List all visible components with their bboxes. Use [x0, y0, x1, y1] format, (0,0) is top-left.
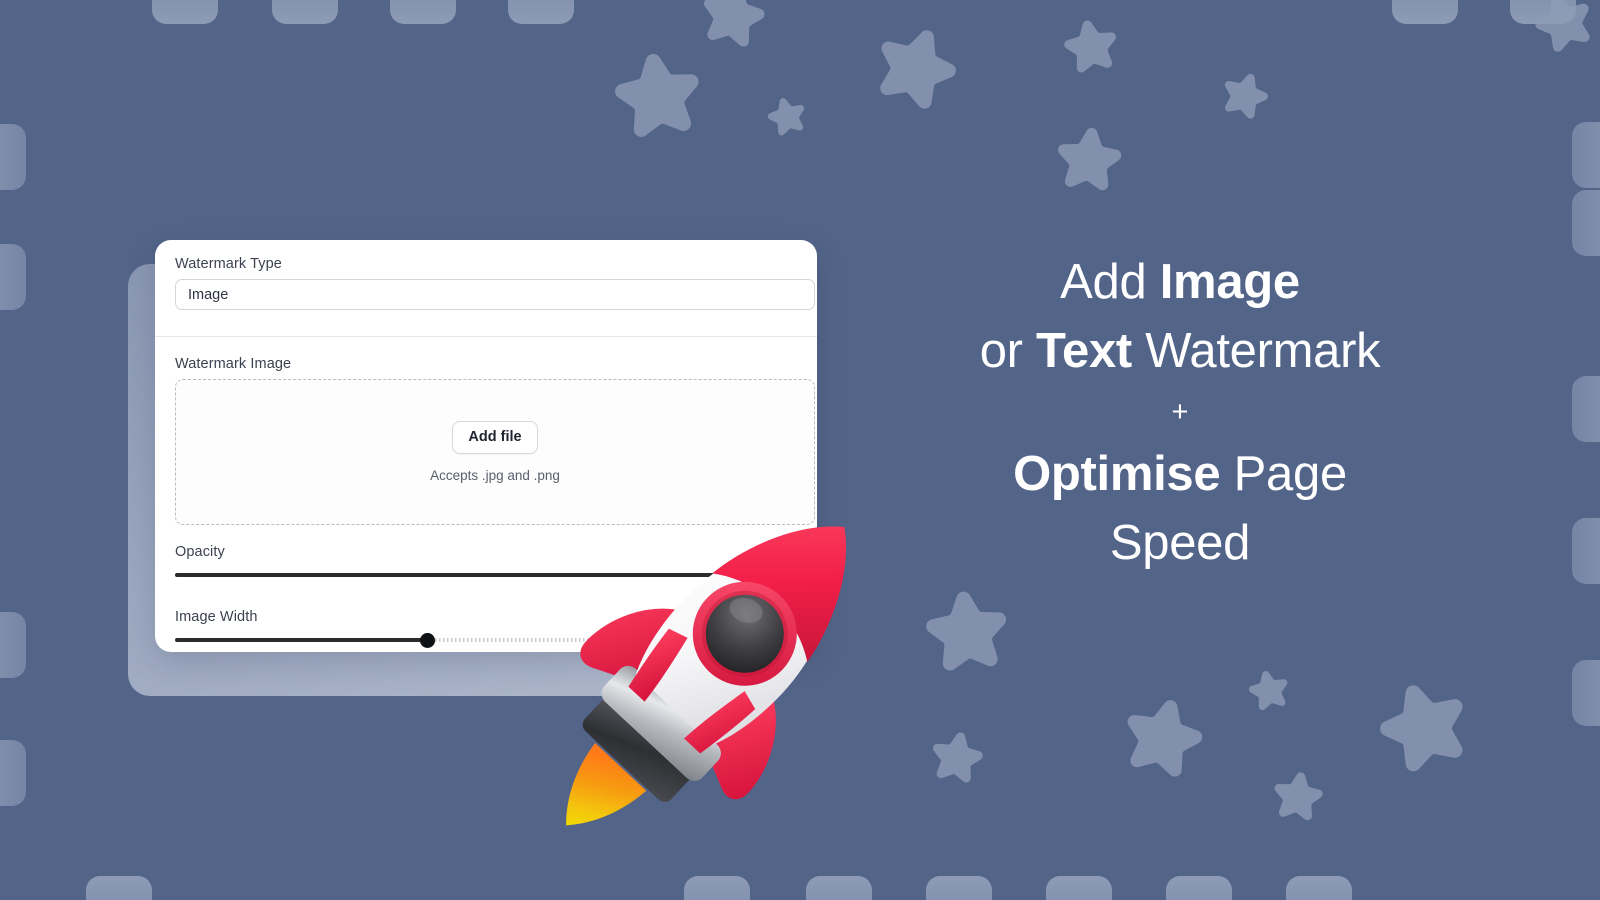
star-icon — [607, 44, 709, 146]
star-icon — [694, 0, 772, 54]
image-width-slider[interactable] — [175, 632, 815, 648]
rounded-square-decor — [1572, 660, 1600, 726]
watermark-image-dropzone[interactable]: Add file Accepts .jpg and .png — [175, 379, 815, 525]
opacity-slider-fill — [175, 573, 815, 577]
star-icon — [1526, 0, 1600, 60]
rounded-square-decor — [508, 0, 574, 24]
rounded-square-decor — [1572, 190, 1600, 256]
accepted-formats-hint: Accepts .jpg and .png — [430, 468, 560, 483]
rounded-square-decor — [0, 244, 26, 310]
rounded-square-decor — [1572, 376, 1600, 442]
rounded-square-decor — [1046, 876, 1112, 900]
headline-plus: + — [1171, 396, 1189, 429]
watermark-type-label: Watermark Type — [175, 256, 282, 272]
rounded-square-decor — [1286, 876, 1352, 900]
watermark-type-value: Image — [188, 286, 229, 303]
star-icon — [1244, 665, 1294, 715]
rounded-square-decor — [806, 876, 872, 900]
image-width-field: Image Width — [155, 609, 817, 648]
image-width-slider-thumb[interactable] — [420, 632, 435, 648]
watermark-type-field: Watermark Type Image — [155, 256, 817, 310]
watermark-settings-card: Watermark Type Image Watermark Image Add… — [155, 240, 817, 652]
image-width-slider-remainder — [427, 638, 815, 642]
image-width-label: Image Width — [175, 609, 258, 625]
rounded-square-decor — [0, 612, 26, 678]
star-icon — [1052, 122, 1127, 197]
marketing-headline: Add Image or Text Watermark + Optimise P… — [900, 248, 1460, 577]
rounded-square-decor — [684, 876, 750, 900]
rounded-square-decor — [0, 740, 26, 806]
opacity-slider[interactable] — [175, 567, 815, 583]
headline-line-3-suffix: Page — [1220, 447, 1348, 502]
rounded-square-decor — [86, 876, 152, 900]
watermark-image-field: Watermark Image — [155, 356, 817, 372]
watermark-image-label: Watermark Image — [175, 356, 292, 372]
rounded-square-decor — [390, 0, 456, 24]
headline-line-4: Speed — [1109, 515, 1251, 570]
star-icon — [1215, 65, 1275, 125]
headline-line-3-bold: Optimise — [1013, 447, 1221, 502]
headline-line-1-prefix: Add — [1060, 255, 1160, 309]
headline-line-2-bold: Text — [1036, 323, 1132, 378]
rounded-square-decor — [0, 124, 26, 190]
opacity-field: Opacity — [155, 544, 817, 583]
headline-line-2-prefix: or — [979, 323, 1036, 378]
headline-line-1: Add Image — [900, 248, 1460, 317]
star-icon — [1113, 687, 1212, 786]
rounded-square-decor — [1572, 518, 1600, 584]
image-width-slider-fill — [175, 638, 427, 642]
star-icon — [763, 92, 812, 141]
star-icon — [862, 13, 970, 121]
star-icon — [1366, 668, 1482, 784]
headline-line-1-bold: Image — [1159, 255, 1300, 309]
star-icon — [920, 584, 1015, 679]
rounded-square-decor — [152, 0, 218, 24]
rounded-square-decor — [272, 0, 338, 24]
headline-line-2-suffix: Watermark — [1131, 323, 1381, 378]
rounded-square-decor — [926, 876, 992, 900]
opacity-label: Opacity — [175, 544, 225, 560]
watermark-type-select[interactable]: Image — [175, 279, 815, 310]
headline-line-3: Optimise Page — [900, 440, 1460, 509]
rounded-square-decor — [1572, 122, 1600, 188]
rounded-square-decor — [1166, 876, 1232, 900]
star-icon — [1269, 767, 1328, 826]
headline-line-2: or Text Watermark — [900, 317, 1460, 386]
add-file-button[interactable]: Add file — [452, 421, 538, 454]
star-icon — [926, 726, 989, 789]
rounded-square-decor — [1392, 0, 1458, 24]
star-icon — [1059, 14, 1124, 79]
